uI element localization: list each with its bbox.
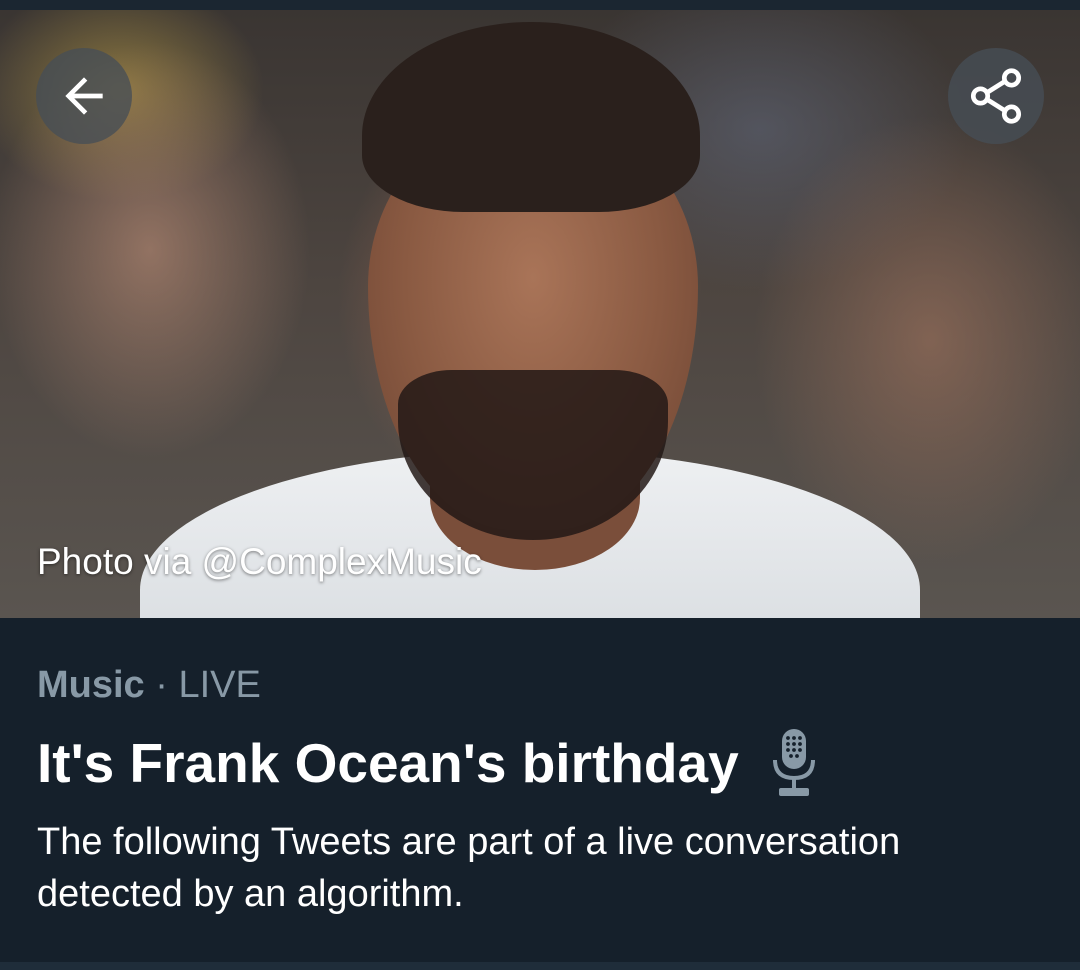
live-status: LIVE — [178, 664, 261, 706]
headline-row: It's Frank Ocean's birthday — [37, 728, 819, 798]
back-button[interactable] — [36, 48, 132, 144]
hero-image: Photo via @ComplexMusic — [0, 10, 1080, 618]
portrait-hair — [362, 22, 700, 212]
status-strip — [0, 0, 1080, 10]
meta-separator: · — [155, 664, 168, 706]
photo-credit: Photo via @ComplexMusic — [37, 541, 482, 582]
topic-description: The following Tweets are part of a live … — [37, 821, 901, 915]
topic-meta: Music · LIVE — [37, 663, 261, 707]
topic-info: Music · LIVE It's Frank Ocean's birthday… — [0, 618, 1080, 970]
microphone-icon — [772, 729, 815, 796]
share-button[interactable] — [948, 48, 1044, 144]
divider — [0, 962, 1080, 970]
live-topic-page: Photo via @ComplexMusic Music · LIVE It'… — [0, 0, 1080, 970]
topic-category: Music — [37, 664, 145, 706]
topic-title: It's Frank Ocean's birthday — [37, 732, 739, 794]
arrow-left-icon — [65, 77, 103, 115]
share-icon — [970, 68, 1022, 124]
